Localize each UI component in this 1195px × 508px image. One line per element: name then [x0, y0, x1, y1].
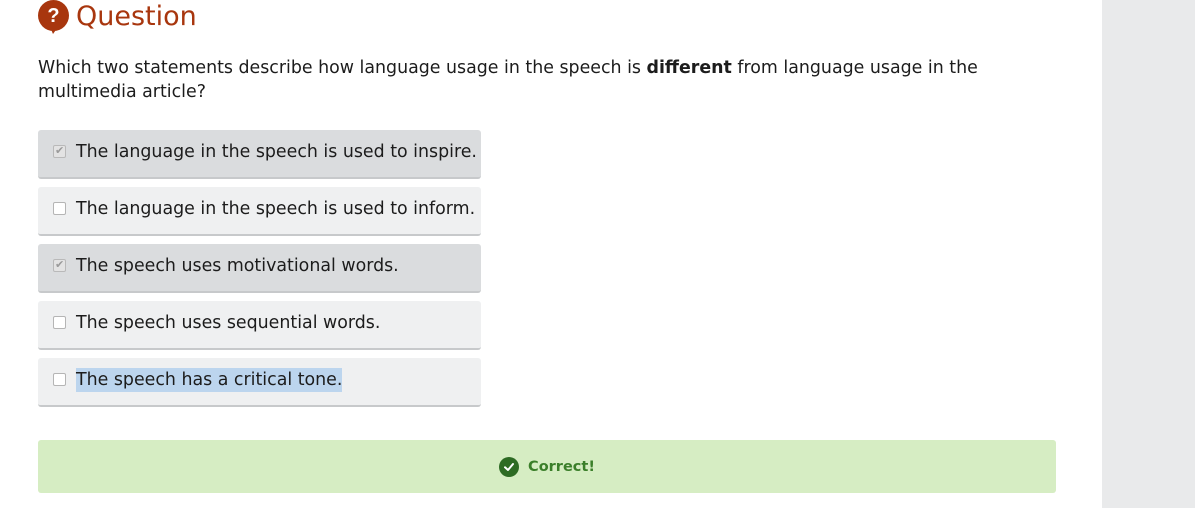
answer-option[interactable]: ✔ The language in the speech is used to …	[38, 130, 481, 179]
option-checkbox[interactable]	[53, 316, 66, 329]
question-title: Question	[76, 1, 197, 32]
question-header: ? Question	[38, 0, 197, 34]
option-checkbox[interactable]	[53, 373, 66, 386]
option-label: The language in the speech is used to in…	[76, 142, 477, 162]
checkmark-icon: ✔	[55, 144, 65, 157]
question-prompt: Which two statements describe how langua…	[38, 56, 1038, 104]
answer-options: ✔ The language in the speech is used to …	[38, 130, 481, 415]
right-side-panel	[1102, 0, 1195, 508]
option-checkbox[interactable]	[53, 202, 66, 215]
answer-option[interactable]: The speech uses sequential words.	[38, 301, 481, 350]
feedback-text: Correct!	[528, 458, 595, 475]
prompt-emphasis: different	[646, 58, 732, 78]
option-checkbox[interactable]: ✔	[53, 258, 66, 272]
answer-option[interactable]: ✔ The speech uses motivational words.	[38, 244, 481, 293]
checkmark-icon: ✔	[55, 258, 65, 271]
feedback-banner: Correct!	[38, 440, 1056, 493]
option-label: The language in the speech is used to in…	[76, 199, 476, 219]
option-label: The speech has a critical tone.	[76, 368, 343, 392]
option-checkbox[interactable]: ✔	[53, 144, 66, 158]
option-label: The speech uses motivational words.	[76, 256, 399, 276]
checkmark-circle-icon	[499, 456, 520, 477]
answer-option[interactable]: The speech has a critical tone.	[38, 358, 481, 407]
option-label: The speech uses sequential words.	[76, 313, 381, 333]
answer-option[interactable]: The language in the speech is used to in…	[38, 187, 481, 236]
question-icon: ?	[38, 0, 69, 34]
svg-text:?: ?	[47, 5, 59, 27]
prompt-text-before: Which two statements describe how langua…	[38, 58, 647, 78]
